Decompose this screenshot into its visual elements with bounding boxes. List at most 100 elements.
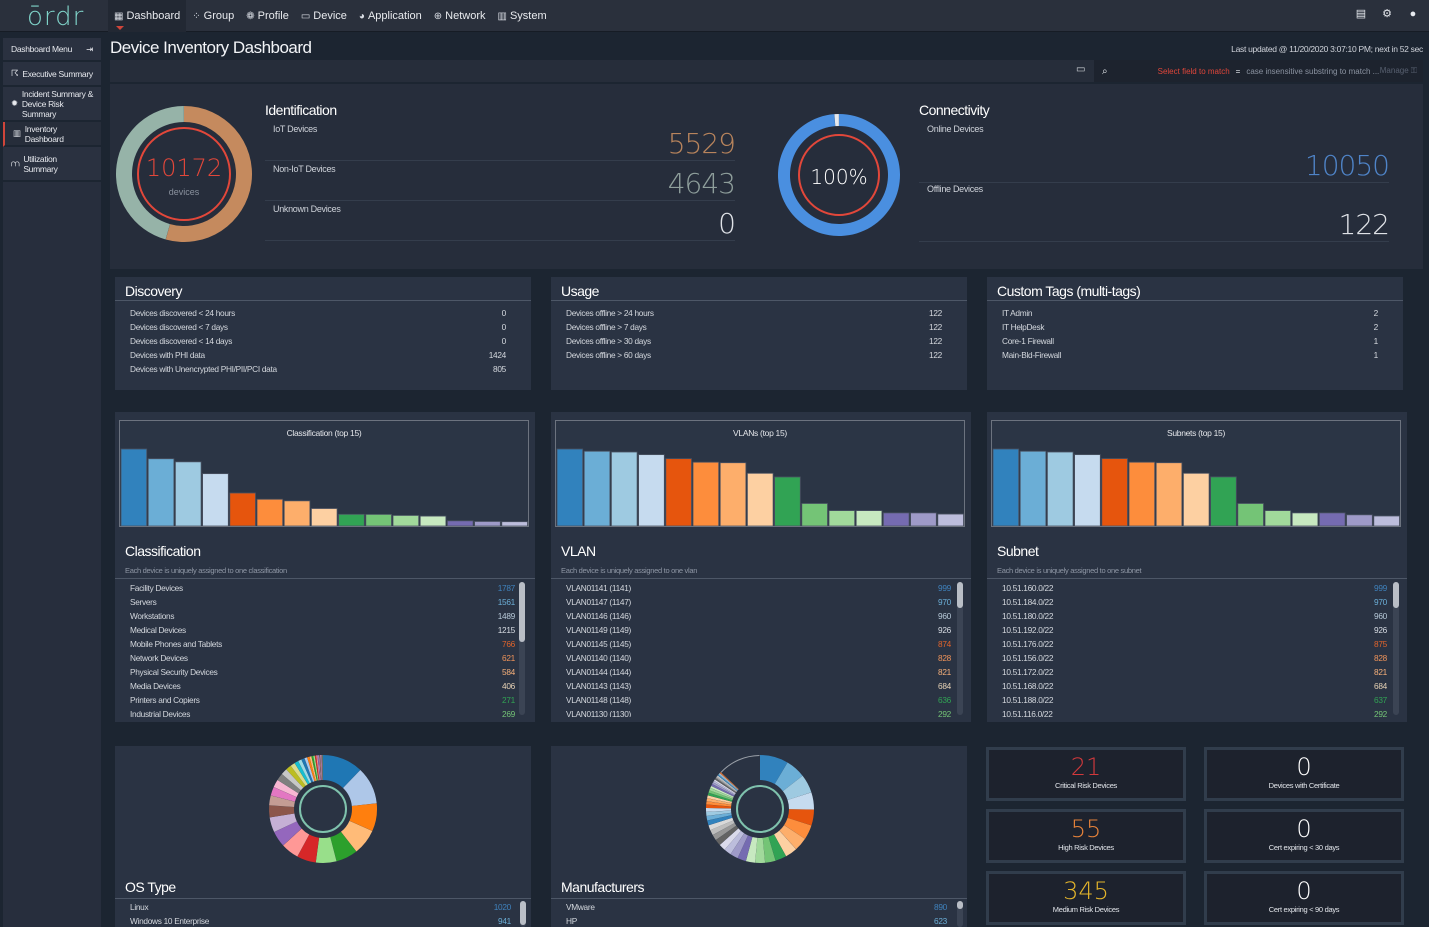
stat-tile[interactable]: 55 High Risk Devices (986, 809, 1186, 863)
stat-tile[interactable]: 0 Cert expiring < 90 days (1204, 871, 1404, 925)
sidebar-item-incident-summary[interactable]: ✹ Incident Summary & Device Risk Summary (3, 87, 101, 122)
scrollbar-thumb[interactable] (1393, 582, 1399, 608)
bar[interactable] (611, 451, 638, 526)
list-item[interactable]: VLAN01144 (1144) 821 (566, 665, 951, 679)
bar[interactable] (202, 473, 229, 526)
bar[interactable] (692, 461, 720, 526)
bar[interactable] (1074, 454, 1101, 526)
kv-row[interactable]: Devices offline > 24 hours 122 (566, 308, 942, 318)
stat-non-iot[interactable]: Non-IoT Devices 4643 (265, 164, 736, 201)
bar[interactable] (338, 513, 365, 526)
bar[interactable] (175, 461, 202, 526)
dashboard-menu-header[interactable]: Dashboard Menu ⇥ (3, 38, 101, 62)
list-item[interactable]: 10.51.160.0/22 999 (1002, 581, 1387, 595)
bar[interactable] (992, 448, 1020, 526)
list-item[interactable]: VLAN01149 (1149) 926 (566, 623, 951, 637)
bar[interactable] (882, 512, 910, 526)
device-filter-icon[interactable]: ▭ (1076, 64, 1085, 75)
list[interactable]: VLAN01141 (1141) 999 VLAN01147 (1147) 970 VL… (566, 581, 951, 717)
bar[interactable] (446, 520, 474, 526)
nav-application[interactable]: ◕ Application (353, 0, 428, 32)
stat-offline[interactable]: Offline Devices 122 (919, 184, 1390, 242)
scrollbar-thumb[interactable] (519, 582, 525, 642)
bar[interactable] (392, 515, 420, 526)
bar[interactable] (474, 521, 501, 526)
list-item[interactable]: Medical Devices 1215 (130, 623, 515, 637)
list-item[interactable]: 10.51.168.0/22 684 (1002, 679, 1387, 693)
stat-online[interactable]: Online Devices 10050 (919, 124, 1390, 183)
bar[interactable] (1210, 476, 1237, 526)
nav-profile[interactable]: ❁ Profile (240, 0, 295, 32)
list-item[interactable]: VLAN01141 (1141) 999 (566, 581, 951, 595)
bar[interactable] (419, 515, 447, 526)
list-item[interactable]: VLAN01140 (1140) 828 (566, 651, 951, 665)
bar[interactable] (774, 476, 801, 526)
bar[interactable] (746, 472, 774, 526)
bar[interactable] (910, 512, 937, 526)
bar[interactable] (665, 458, 692, 526)
kv-row[interactable]: IT HelpDesk 2 (1002, 322, 1378, 332)
nav-device[interactable]: ▭ Device (295, 0, 353, 32)
list-item[interactable]: Mobile Phones and Tablets 766 (130, 637, 515, 651)
bar[interactable] (1101, 458, 1128, 526)
kv-row[interactable]: Devices discovered < 14 days 0 (130, 336, 506, 346)
list-item[interactable]: VLAN01147 (1147) 970 (566, 595, 951, 609)
ordr-logo[interactable]: ōrdr (27, 2, 84, 32)
kv-row[interactable]: Devices discovered < 7 days 0 (130, 322, 506, 332)
list-item[interactable]: HP 623 (566, 914, 947, 927)
bar[interactable] (828, 510, 856, 526)
bar[interactable] (1237, 503, 1264, 526)
list-item[interactable]: Linux 1020 (130, 900, 511, 914)
connectivity-slice[interactable] (834, 114, 839, 127)
list-item[interactable]: 10.51.184.0/22 970 (1002, 595, 1387, 609)
kv-row[interactable]: Devices offline > 30 days 122 (566, 336, 942, 346)
scrollbar-thumb[interactable] (957, 582, 963, 608)
stat-tile[interactable]: 0 Cert expiring < 30 days (1204, 809, 1404, 863)
bar[interactable] (147, 458, 175, 526)
scrollbar[interactable] (1393, 582, 1399, 715)
bar[interactable] (719, 462, 747, 526)
bar[interactable] (937, 513, 964, 526)
match-input[interactable]: case insensitive substring to match ... (1246, 67, 1379, 76)
list[interactable]: VMware 890 HP 623 (566, 900, 947, 927)
bar[interactable] (855, 510, 883, 526)
scrollbar[interactable] (957, 901, 963, 927)
settings-icon[interactable]: ⚙ (1381, 8, 1393, 20)
kv-row[interactable]: Devices discovered < 24 hours 0 (130, 308, 506, 318)
list-item[interactable]: VLAN01145 (1145) 874 (566, 637, 951, 651)
bar[interactable] (556, 448, 584, 526)
scrollbar[interactable] (957, 582, 963, 715)
stat-tile[interactable]: 0 Devices with Certificate (1204, 747, 1404, 801)
list-item[interactable]: Media Devices 406 (130, 679, 515, 693)
nav-network[interactable]: ⊕ Network (428, 0, 492, 32)
sidebar-item-utilization-summary[interactable]: ⩋ Utilization Summary (3, 147, 101, 182)
bar[interactable] (283, 500, 311, 526)
list-item[interactable]: 10.51.172.0/22 821 (1002, 665, 1387, 679)
sidebar-item-inventory-dashboard[interactable]: ▥ Inventory Dashboard (3, 122, 101, 147)
kv-row[interactable]: Devices offline > 7 days 122 (566, 322, 942, 332)
bar[interactable] (501, 521, 528, 526)
bar[interactable] (229, 492, 256, 526)
sidebar-item-executive-summary[interactable]: ☈ Executive Summary (3, 62, 101, 87)
list-item[interactable]: VLAN01148 (1148) 636 (566, 693, 951, 707)
list-item[interactable]: Facility Devices 1787 (130, 581, 515, 595)
list-item[interactable]: Workstations 1489 (130, 609, 515, 623)
bar[interactable] (1373, 515, 1400, 526)
bar[interactable] (1346, 514, 1373, 526)
bar[interactable] (120, 448, 148, 526)
kv-row[interactable]: Devices offline > 60 days 122 (566, 350, 942, 360)
list-item[interactable]: VLAN01143 (1143) 684 (566, 679, 951, 693)
list-item[interactable]: 10.51.188.0/22 637 (1002, 693, 1387, 707)
list-item[interactable]: 10.51.176.0/22 875 (1002, 637, 1387, 651)
bar[interactable] (1019, 450, 1047, 526)
stat-unknown[interactable]: Unknown Devices 0 (265, 204, 736, 241)
user-icon[interactable]: ● (1407, 8, 1419, 20)
kv-row[interactable]: Devices with PHI data 1424 (130, 350, 506, 360)
list-item[interactable]: VMware 890 (566, 900, 947, 914)
nav-dashboard[interactable]: ▦ Dashboard (108, 0, 187, 32)
bar[interactable] (1047, 451, 1074, 526)
scrollbar-thumb[interactable] (520, 901, 526, 925)
scrollbar-thumb[interactable] (957, 901, 963, 909)
nav-system[interactable]: ▥ System (492, 0, 553, 32)
list-item[interactable]: Network Devices 621 (130, 651, 515, 665)
